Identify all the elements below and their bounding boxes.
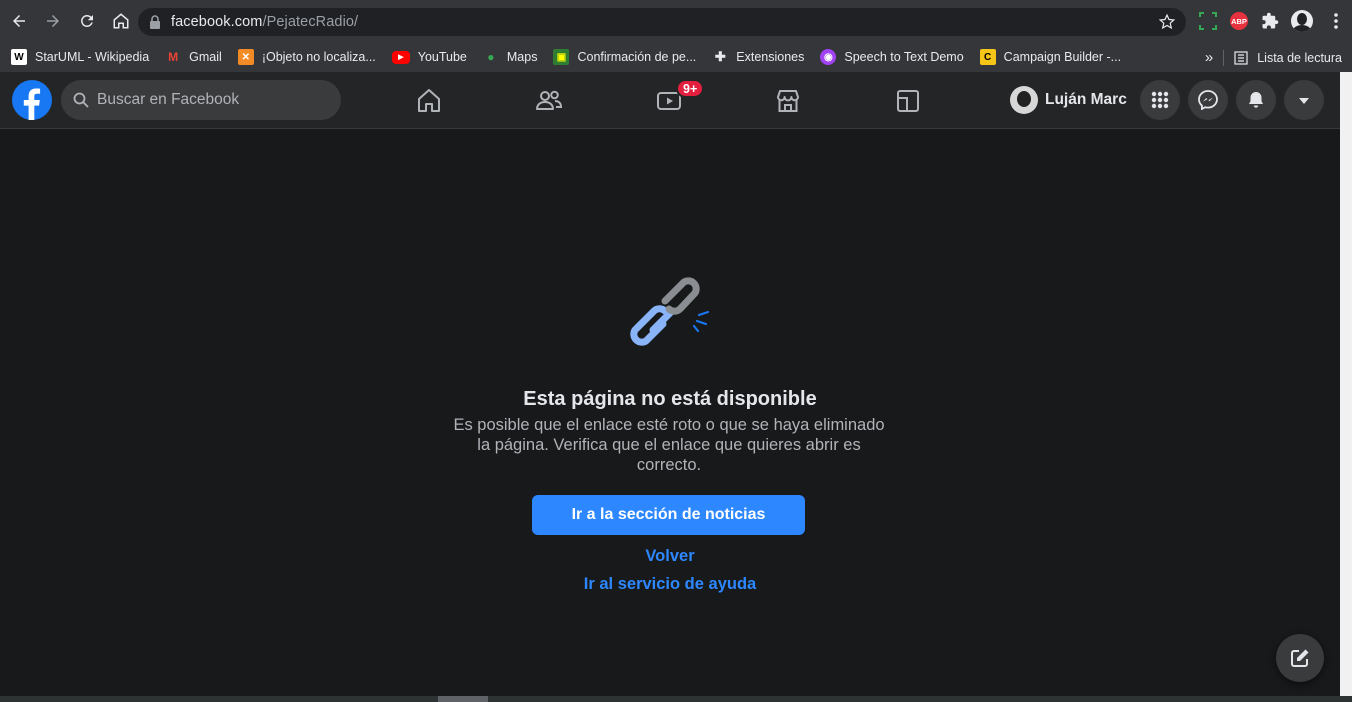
grid-extension-icon <box>1199 12 1217 30</box>
xampp-icon: ✕ <box>237 49 254 65</box>
page-scrollbar[interactable] <box>1340 72 1352 702</box>
help-center-link[interactable]: Ir al servicio de ayuda <box>0 575 1340 594</box>
reload-icon <box>81 15 93 27</box>
facebook-header: Buscar en Facebook <box>0 72 1340 129</box>
url-host: facebook.com <box>171 14 263 30</box>
bookmark-item[interactable]: ✕ ¡Objeto no localiza... <box>237 49 376 65</box>
profile-button[interactable] <box>1291 9 1313 33</box>
search-icon <box>73 92 89 108</box>
watch-notification-badge: 9+ <box>676 79 705 98</box>
bookmark-item[interactable]: W StarUML - Wikipedia <box>11 49 149 65</box>
puzzle-icon: ✚ <box>714 49 726 64</box>
bookmark-item[interactable]: ▶ YouTube <box>391 50 467 64</box>
home-icon <box>418 89 440 112</box>
bookmark-label: Maps <box>506 50 538 64</box>
broken-link-icon <box>630 277 710 346</box>
tab-home[interactable] <box>404 82 454 120</box>
scrollbar-thumb[interactable] <box>438 696 488 702</box>
reading-list-icon <box>1234 50 1248 65</box>
reading-list-button[interactable]: Lista de lectura <box>1234 51 1342 65</box>
forward-button[interactable] <box>37 5 69 37</box>
messenger-icon <box>1198 90 1218 110</box>
address-bar[interactable]: facebook.com/PejatecRadio/ <box>138 8 1186 36</box>
lock-icon <box>150 15 160 29</box>
profile-name: Luján Marc <box>1045 91 1127 108</box>
menu-button[interactable] <box>1140 80 1180 120</box>
friends-icon <box>536 90 563 110</box>
confirmation-icon: ▣ <box>553 49 570 65</box>
extensions-button[interactable] <box>1259 9 1281 33</box>
error-title: Esta página no está disponible <box>523 388 817 410</box>
go-to-news-feed-button[interactable]: Ir a la sección de noticias <box>532 495 805 535</box>
gaming-icon <box>897 90 919 112</box>
divider <box>1223 49 1225 66</box>
url-text: facebook.com/PejatecRadio/ <box>171 14 358 30</box>
horizontal-scrollbar[interactable] <box>0 696 1352 702</box>
facebook-logo-button[interactable] <box>12 80 52 120</box>
bookmark-item[interactable]: ✚ Extensiones <box>712 49 805 65</box>
browser-toolbar: facebook.com/PejatecRadio/ ABP <box>0 0 1352 42</box>
back-button[interactable] <box>3 5 35 37</box>
notifications-button[interactable] <box>1236 80 1276 120</box>
bookmarks-bar: W StarUML - Wikipedia M Gmail ✕ ¡Objeto no … <box>0 42 1352 72</box>
tab-gaming[interactable] <box>883 82 933 120</box>
account-button[interactable] <box>1284 80 1324 120</box>
compose-icon <box>1291 649 1309 667</box>
browser-menu-button[interactable] <box>1325 9 1347 33</box>
arrow-right-icon <box>47 15 59 27</box>
reload-button[interactable] <box>71 5 103 37</box>
home-icon <box>113 13 129 29</box>
adblock-extension[interactable]: ABP <box>1228 9 1250 33</box>
messenger-button[interactable] <box>1188 80 1228 120</box>
bookmark-label: YouTube <box>417 50 467 64</box>
bookmark-item[interactable]: M Gmail <box>165 49 222 65</box>
error-description: Es posible que el enlace esté roto o que… <box>453 416 885 474</box>
home-button[interactable] <box>105 5 137 37</box>
bookmarks-right: » Lista de lectura <box>1205 49 1342 66</box>
grid-menu-icon <box>1151 91 1169 109</box>
campaign-icon: C <box>979 49 996 65</box>
bookmark-item[interactable]: ● Maps <box>483 49 538 65</box>
search-placeholder: Buscar en Facebook <box>97 91 240 108</box>
tab-marketplace[interactable] <box>763 82 813 120</box>
tab-friends[interactable] <box>524 82 574 120</box>
bookmark-label: Gmail <box>189 50 222 64</box>
arrow-left-icon <box>13 15 25 27</box>
bookmark-label: StarUML - Wikipedia <box>35 50 150 64</box>
bookmark-label: Campaign Builder -... <box>1003 50 1122 64</box>
back-link[interactable]: Volver <box>0 547 1340 566</box>
facebook-search-input[interactable]: Buscar en Facebook <box>61 80 341 120</box>
bell-icon <box>1249 92 1263 108</box>
kebab-menu-icon <box>1334 13 1338 29</box>
bookmark-label: Speech to Text Demo <box>844 50 964 64</box>
youtube-icon: ▶ <box>391 50 410 64</box>
marketplace-icon <box>777 90 799 112</box>
error-page: Esta página no está disponible Es posibl… <box>0 129 1340 696</box>
avatar <box>1010 86 1038 114</box>
maps-pin-icon: ● <box>487 50 495 64</box>
screen-capture-extension[interactable] <box>1197 9 1219 33</box>
bookmark-item[interactable]: ▣ Confirmación de pe... <box>553 49 696 65</box>
reading-list-label: Lista de lectura <box>1257 50 1342 65</box>
bookmark-label: Confirmación de pe... <box>577 50 697 64</box>
wikipedia-icon: W <box>11 49 27 65</box>
new-message-button[interactable] <box>1276 634 1324 682</box>
bookmark-item[interactable]: ◉ Speech to Text Demo <box>820 49 964 65</box>
facebook-logo-icon <box>23 88 41 120</box>
bookmark-label: Extensiones <box>736 50 805 64</box>
bookmarks-overflow-button[interactable]: » <box>1205 49 1213 66</box>
puzzle-icon <box>1262 12 1279 29</box>
bookmark-label: ¡Objeto no localiza... <box>261 50 376 64</box>
url-path: /PejatecRadio/ <box>262 14 359 30</box>
bookmark-item[interactable]: C Campaign Builder -... <box>979 49 1122 65</box>
gmail-icon: M <box>168 50 179 64</box>
adblock-plus-icon: ABP <box>1230 12 1248 30</box>
profile-shortcut[interactable]: Luján Marc <box>1006 80 1127 120</box>
profile-icon <box>1291 10 1313 32</box>
caret-down-icon <box>1299 98 1309 104</box>
speech-icon: ◉ <box>820 49 837 65</box>
bookmark-star-icon[interactable] <box>1158 13 1176 31</box>
